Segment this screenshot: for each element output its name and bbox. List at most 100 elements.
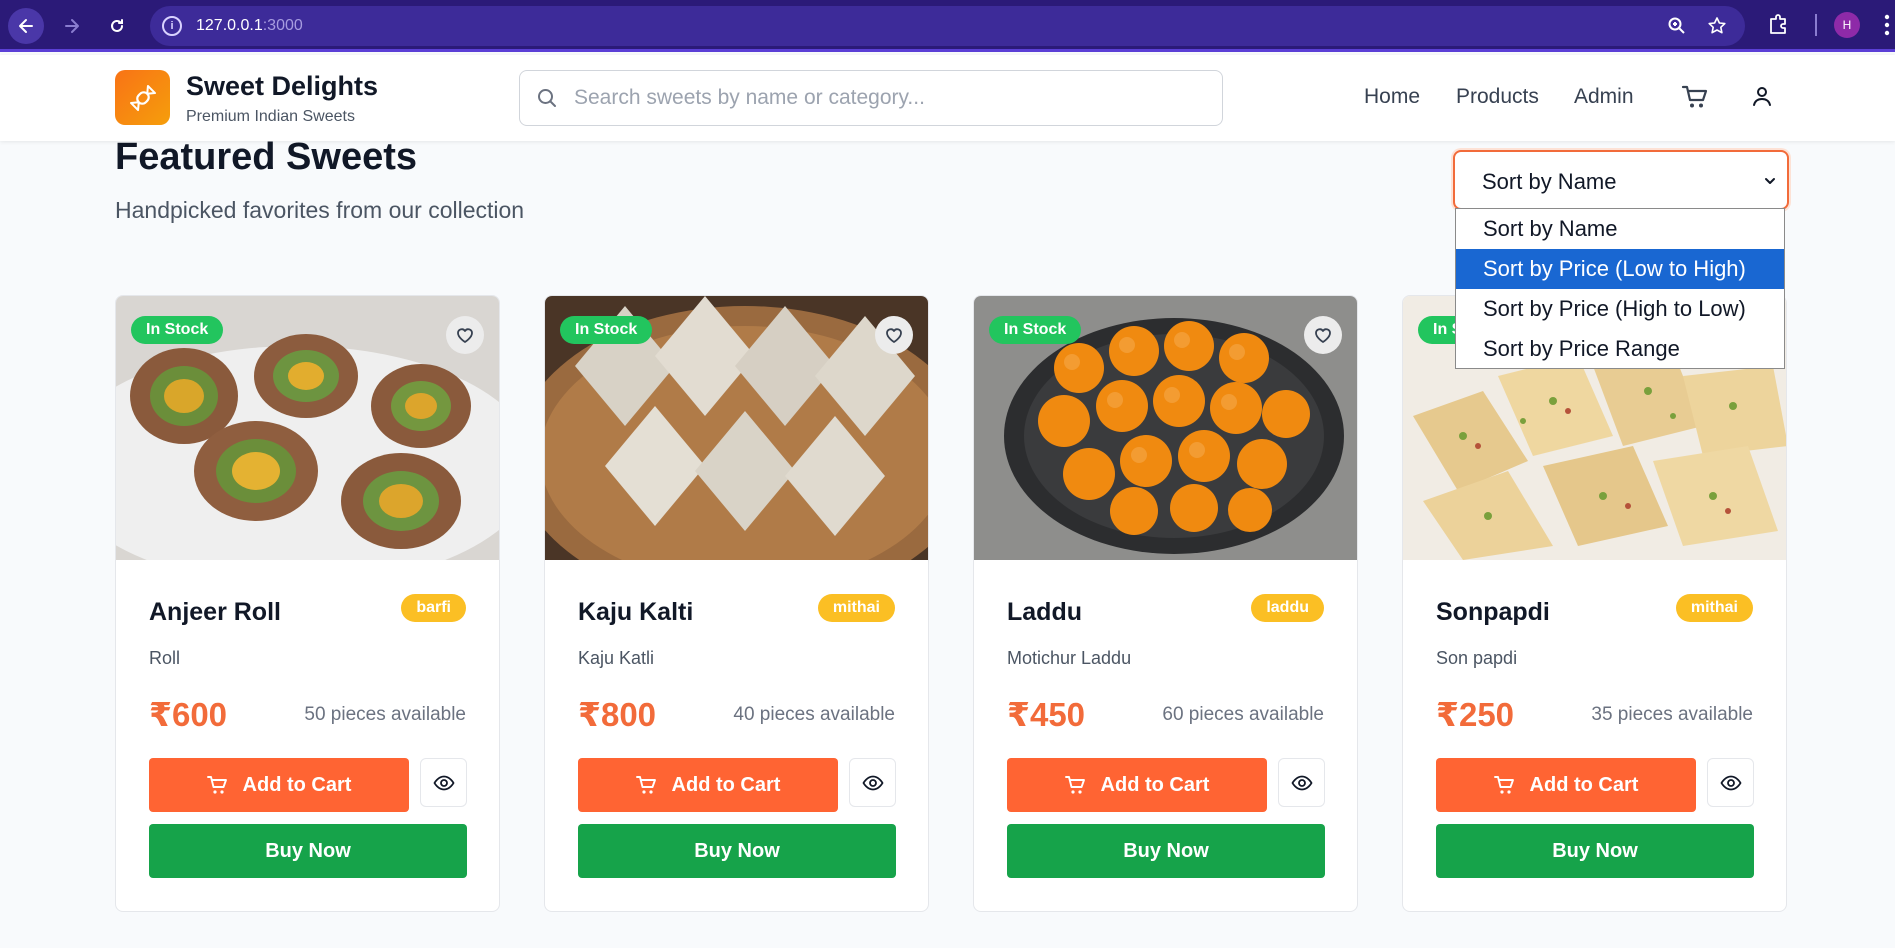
shopping-cart-icon [1493,776,1514,794]
sort-option-name[interactable]: Sort by Name [1456,209,1784,249]
favorite-button[interactable] [446,316,484,354]
url-host: 127.0.0.1 [196,17,263,34]
more-menu-icon[interactable] [1882,14,1892,36]
stock-badge: In Stock [131,316,224,344]
category-badge: barfi [401,594,466,622]
add-to-cart-label: Add to Cart [671,773,781,796]
shopping-cart-icon [635,776,656,794]
shopping-cart-icon [206,776,227,794]
sort-dropdown-menu: Sort by Name Sort by Price (Low to High)… [1455,208,1785,369]
search-bar[interactable] [519,70,1223,126]
toolbar-divider [1815,14,1817,36]
profile-avatar[interactable]: H [1834,12,1860,38]
eye-icon [432,775,455,790]
buy-now-button[interactable]: Buy Now [1007,824,1325,878]
candy-icon [129,84,156,111]
product-price: ₹450 [1007,696,1086,733]
product-description: Roll [149,648,181,668]
product-description: Kaju Katli [578,648,655,668]
product-availability: 50 pieces available [304,704,466,725]
product-availability: 60 pieces available [1162,704,1324,725]
sort-select[interactable]: Sort by Name [1453,150,1789,210]
nav-products[interactable]: Products [1456,85,1539,109]
sort-option-price-low-high[interactable]: Sort by Price (Low to High) [1456,249,1784,289]
quick-view-button[interactable] [1707,758,1754,807]
quick-view-button[interactable] [420,758,467,807]
shopping-cart-icon [1064,776,1085,794]
url-port: :3000 [262,17,303,34]
brand-logo[interactable] [115,70,170,125]
quick-view-button[interactable] [1278,758,1325,807]
search-icon [538,89,556,107]
product-name[interactable]: Laddu [1007,598,1082,627]
zoom-icon[interactable] [1667,16,1687,36]
product-card: In Stock Sonpapdi mithai Son papdi ₹250 … [1402,295,1787,912]
nav-home[interactable]: Home [1364,85,1420,109]
reload-icon [111,19,123,32]
buy-now-button[interactable]: Buy Now [149,824,467,878]
section-title: Featured Sweets [115,136,417,178]
address-url[interactable]: 127.0.0.1:3000 [196,17,303,35]
product-price: ₹250 [1436,696,1515,733]
category-badge: mithai [817,594,895,622]
category-badge: laddu [1251,594,1324,622]
sort-selected-value: Sort by Name [1482,169,1617,194]
product-name[interactable]: Anjeer Roll [149,598,281,627]
eye-icon [861,775,884,790]
section-subtitle: Handpicked favorites from our collection [115,197,525,223]
reload-button[interactable] [99,8,135,44]
product-availability: 35 pieces available [1591,704,1753,725]
favorite-button[interactable] [1304,316,1342,354]
sort-option-price-range[interactable]: Sort by Price Range [1456,329,1784,369]
cart-button[interactable] [1681,83,1709,116]
product-price: ₹600 [149,696,228,733]
product-image[interactable]: In Stock [116,296,499,560]
add-to-cart-button[interactable]: Add to Cart [1436,758,1696,812]
stock-badge: In Stock [560,316,653,344]
shopping-cart-icon [1681,85,1708,108]
product-name[interactable]: Sonpapdi [1436,598,1550,627]
brand-title[interactable]: Sweet Delights [186,71,378,102]
product-name[interactable]: Kaju Kalti [578,598,693,627]
category-badge: mithai [1675,594,1753,622]
add-to-cart-label: Add to Cart [242,773,352,796]
product-card: In Stock Anjeer Roll barfi Roll ₹600 50 … [115,295,500,912]
search-input[interactable] [574,71,1204,125]
heart-icon [457,328,473,343]
site-info-icon[interactable]: i [162,16,182,36]
product-image[interactable]: In Stock [545,296,928,560]
forward-button[interactable] [54,8,90,44]
add-to-cart-button[interactable]: Add to Cart [149,758,409,812]
quick-view-button[interactable] [849,758,896,807]
browser-toolbar: i 127.0.0.1:3000 H [0,0,1895,52]
eye-icon [1290,775,1313,790]
bookmark-star-icon[interactable] [1707,16,1727,36]
favorite-button[interactable] [875,316,913,354]
nav-admin[interactable]: Admin [1574,85,1634,109]
product-price: ₹800 [578,696,657,733]
sort-option-price-high-low[interactable]: Sort by Price (High to Low) [1456,289,1784,329]
arrow-left-icon [19,19,33,33]
eye-icon [1719,775,1742,790]
buy-now-button[interactable]: Buy Now [1436,824,1754,878]
site-header: Sweet Delights Premium Indian Sweets Hom… [0,55,1895,141]
add-to-cart-label: Add to Cart [1100,773,1210,796]
product-description: Son papdi [1436,648,1518,668]
heart-icon [886,328,902,343]
buy-now-button[interactable]: Buy Now [578,824,896,878]
brand-subtitle: Premium Indian Sweets [186,108,355,125]
back-button[interactable] [8,8,44,44]
chevron-down-icon [1765,178,1775,184]
add-to-cart-button[interactable]: Add to Cart [578,758,838,812]
product-description: Motichur Laddu [1007,648,1132,668]
product-image[interactable]: In Stock [974,296,1357,560]
product-card: In Stock Kaju Kalti mithai Kaju Katli ₹8… [544,295,929,912]
heart-icon [1315,328,1331,343]
product-card: In Stock Laddu laddu Motichur Laddu ₹450… [973,295,1358,912]
arrow-right-icon [65,19,79,33]
user-account-button[interactable] [1751,85,1773,112]
user-icon [1753,87,1771,106]
extensions-icon[interactable] [1767,12,1791,36]
add-to-cart-button[interactable]: Add to Cart [1007,758,1267,812]
address-bar[interactable]: i 127.0.0.1:3000 [150,6,1745,46]
